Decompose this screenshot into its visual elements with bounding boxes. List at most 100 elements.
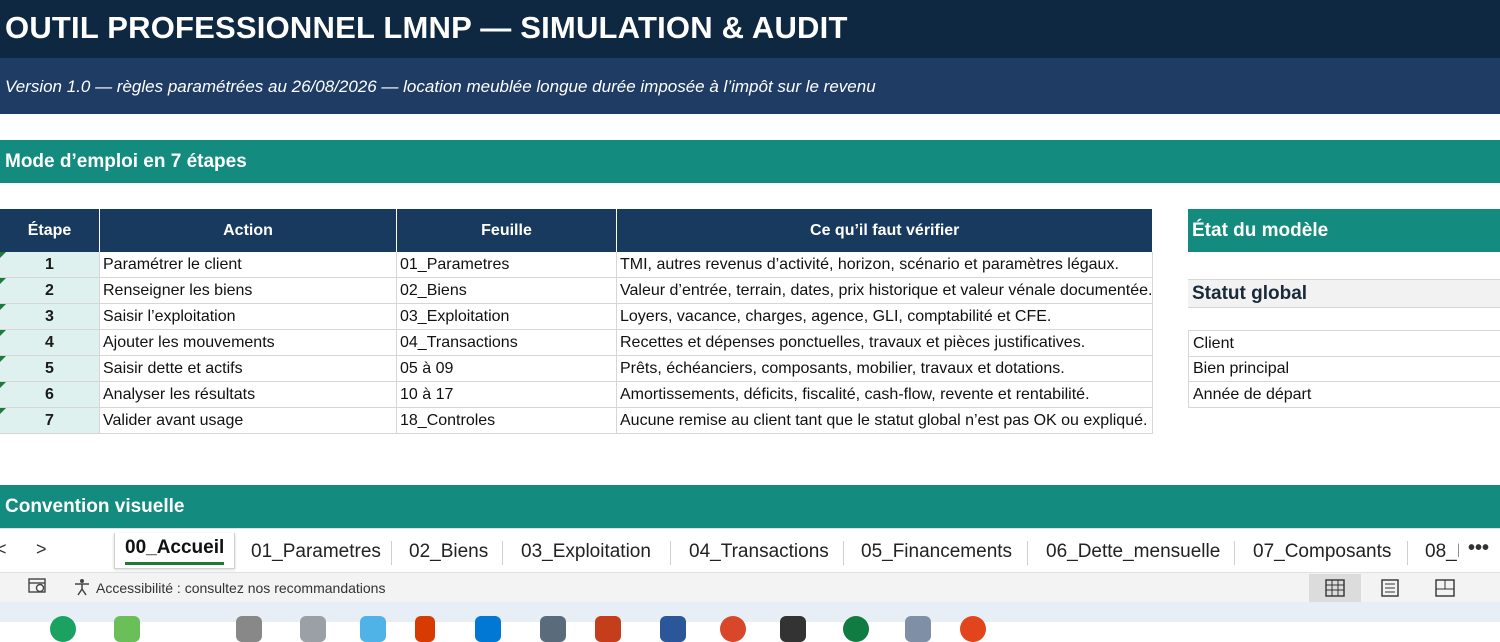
table-row: 1 Paramétrer le client 01_Parametres TMI… xyxy=(0,252,1154,278)
section-header-convention: Convention visuelle xyxy=(0,485,1500,528)
statut-global-label: Statut global xyxy=(1192,283,1308,304)
etat-modele-header[interactable]: État du modèle xyxy=(1188,209,1500,252)
check-cell[interactable]: Loyers, vacance, charges, agence, GLI, c… xyxy=(616,303,1154,330)
action-cell[interactable]: Paramétrer le client xyxy=(99,252,397,278)
tab-scroll-left-button[interactable]: < xyxy=(0,539,7,560)
normal-view-button[interactable] xyxy=(1309,574,1361,602)
etat-item-label: Bien principal xyxy=(1193,360,1290,377)
step-number-cell[interactable]: 2 xyxy=(0,277,100,304)
check-cell[interactable]: Amortissements, déficits, fiscalité, cas… xyxy=(616,381,1154,408)
taskbar-app-icon[interactable] xyxy=(720,616,746,642)
taskbar-app-icon[interactable] xyxy=(780,616,806,642)
tab-separator xyxy=(502,541,503,565)
section-title: Convention visuelle xyxy=(5,496,185,517)
table-row: 7 Valider avant usage 18_Controles Aucun… xyxy=(0,407,1154,434)
check-cell[interactable]: Prêts, échéanciers, composants, mobilier… xyxy=(616,355,1154,382)
worksheet[interactable]: OUTIL PROFESSIONNEL LMNP — SIMULATION & … xyxy=(0,0,1500,528)
sheet-cell[interactable]: 18_Controles xyxy=(396,407,617,434)
step-number-cell[interactable]: 5 xyxy=(0,355,100,382)
tab-scroll-right-button[interactable]: > xyxy=(36,539,47,560)
tab-07-composants[interactable]: 07_Composants xyxy=(1253,541,1391,563)
table-row: 3 Saisir l’exploitation 03_Exploitation … xyxy=(0,303,1154,330)
taskbar-app-icon[interactable] xyxy=(236,616,262,642)
workbook-statistics-icon[interactable] xyxy=(28,577,48,600)
column-header-feuille[interactable]: Feuille xyxy=(396,209,617,252)
action-cell[interactable]: Valider avant usage xyxy=(99,407,397,434)
tab-01-parametres[interactable]: 01_Parametres xyxy=(251,541,381,563)
tab-separator xyxy=(391,541,392,565)
step-number-cell[interactable]: 3 xyxy=(0,303,100,330)
etat-item-client[interactable]: Client xyxy=(1188,330,1500,357)
action-cell[interactable]: Analyser les résultats xyxy=(99,381,397,408)
tab-02-biens[interactable]: 02_Biens xyxy=(409,541,488,563)
tab-00-accueil[interactable]: 00_Accueil xyxy=(114,533,236,569)
os-taskbar xyxy=(0,602,1500,642)
column-header-etape[interactable]: Étape xyxy=(0,209,100,252)
check-cell[interactable]: Recettes et dépenses ponctuelles, travau… xyxy=(616,329,1154,356)
sheet-cell[interactable]: 02_Biens xyxy=(396,277,617,304)
action-cell[interactable]: Saisir dette et actifs xyxy=(99,355,397,382)
action-cell[interactable]: Ajouter les mouvements xyxy=(99,329,397,356)
sheet-cell[interactable]: 04_Transactions xyxy=(396,329,617,356)
page-title: OUTIL PROFESSIONNEL LMNP — SIMULATION & … xyxy=(5,10,848,45)
tab-03-exploitation[interactable]: 03_Exploitation xyxy=(521,541,651,563)
sheet-cell[interactable]: 03_Exploitation xyxy=(396,303,617,330)
step-number-cell[interactable]: 6 xyxy=(0,381,100,408)
table-header-row: Étape Action Feuille Ce qu’il faut vérif… xyxy=(0,209,1154,252)
etat-item-annee-depart[interactable]: Année de départ xyxy=(1188,382,1500,408)
step-number-cell[interactable]: 4 xyxy=(0,329,100,356)
check-cell[interactable]: Valeur d’entrée, terrain, dates, prix hi… xyxy=(616,277,1154,304)
taskbar-app-icon[interactable] xyxy=(595,616,621,642)
check-cell[interactable]: Aucune remise au client tant que le stat… xyxy=(616,407,1154,434)
sheet-cell[interactable]: 10 à 17 xyxy=(396,381,617,408)
title-band: OUTIL PROFESSIONNEL LMNP — SIMULATION & … xyxy=(0,0,1500,58)
taskbar-app-icon[interactable] xyxy=(475,616,501,642)
subtitle-band: Version 1.0 — règles paramétrées au 26/0… xyxy=(0,58,1500,114)
tab-separator xyxy=(1234,541,1235,565)
tab-separator xyxy=(843,541,844,565)
section-header-mode-emploi: Mode d’emploi en 7 étapes xyxy=(0,140,1500,183)
taskbar-app-icon[interactable] xyxy=(843,616,869,642)
etat-item-label: Année de départ xyxy=(1193,386,1312,403)
steps-table: Étape Action Feuille Ce qu’il faut vérif… xyxy=(0,209,1154,434)
step-number-cell[interactable]: 1 xyxy=(0,252,100,278)
page-subtitle: Version 1.0 — règles paramétrées au 26/0… xyxy=(5,77,876,96)
accessibility-icon[interactable] xyxy=(72,577,92,602)
taskbar-app-icon[interactable] xyxy=(415,616,435,642)
etat-item-label: Client xyxy=(1193,335,1234,352)
taskbar-app-icon[interactable] xyxy=(540,616,566,642)
sheet-cell[interactable]: 01_Parametres xyxy=(396,252,617,278)
check-cell[interactable]: TMI, autres revenus d’activité, horizon,… xyxy=(616,252,1154,278)
section-title: Mode d’emploi en 7 étapes xyxy=(5,151,247,172)
taskbar-app-icon[interactable] xyxy=(660,616,686,642)
statut-global-cell[interactable]: Statut global xyxy=(1188,279,1500,308)
action-cell[interactable]: Renseigner les biens xyxy=(99,277,397,304)
status-dot-icon: : xyxy=(0,577,1,597)
accessibility-status-text[interactable]: Accessibilité : consultez nos recommanda… xyxy=(96,580,385,596)
taskbar-app-icon[interactable] xyxy=(114,616,140,642)
sheet-tab-bar: < > 00_Accueil 01_Parametres 02_Biens 03… xyxy=(0,528,1500,573)
tab-06-dette-mensuelle[interactable]: 06_Dette_mensuelle xyxy=(1046,541,1220,563)
table-row: 4 Ajouter les mouvements 04_Transactions… xyxy=(0,329,1154,356)
page-layout-view-button[interactable] xyxy=(1364,574,1416,602)
sheet-cell[interactable]: 05 à 09 xyxy=(396,355,617,382)
tab-separator xyxy=(1027,541,1028,565)
action-cell[interactable]: Saisir l’exploitation xyxy=(99,303,397,330)
taskbar-app-icon[interactable] xyxy=(300,616,326,642)
more-tabs-button[interactable]: ••• xyxy=(1468,537,1489,560)
step-number-cell[interactable]: 7 xyxy=(0,407,100,434)
taskbar-app-icon[interactable] xyxy=(960,616,986,642)
etat-modele-title: État du modèle xyxy=(1192,220,1329,241)
taskbar-app-icon[interactable] xyxy=(905,616,931,642)
table-row: 2 Renseigner les biens 02_Biens Valeur d… xyxy=(0,277,1154,304)
column-header-verifier[interactable]: Ce qu’il faut vérifier xyxy=(616,209,1154,252)
page-break-view-button[interactable] xyxy=(1419,574,1471,602)
table-row: 6 Analyser les résultats 10 à 17 Amortis… xyxy=(0,381,1154,408)
tab-08-partial[interactable]: 08_I xyxy=(1425,541,1459,563)
column-header-action[interactable]: Action xyxy=(99,209,397,252)
tab-04-transactions[interactable]: 04_Transactions xyxy=(689,541,829,563)
etat-item-bien-principal[interactable]: Bien principal xyxy=(1188,356,1500,382)
taskbar-app-icon[interactable] xyxy=(360,616,386,642)
taskbar-app-icon[interactable] xyxy=(50,616,76,642)
tab-05-financements[interactable]: 05_Financements xyxy=(861,541,1012,563)
